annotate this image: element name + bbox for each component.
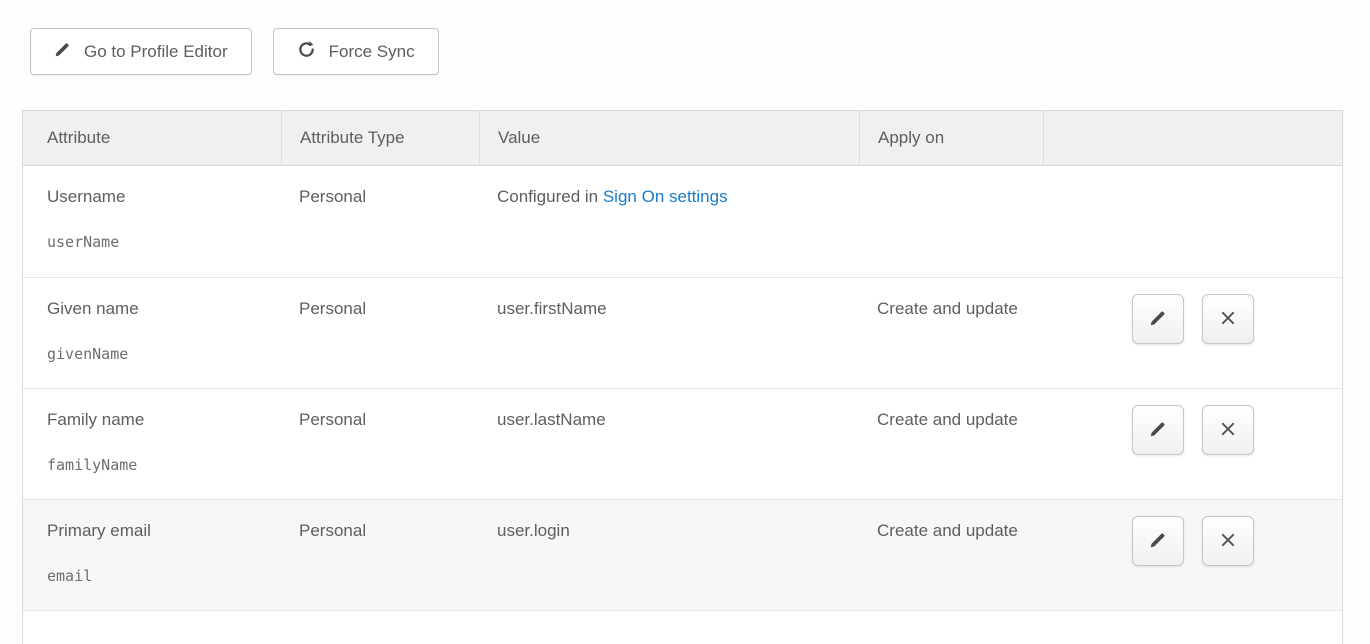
apply-on-cell: Create and update: [859, 278, 1043, 388]
pencil-icon: [1149, 531, 1167, 552]
attribute-variable-name: email: [47, 565, 271, 587]
attribute-type-cell: Personal: [281, 166, 479, 277]
force-sync-button[interactable]: Force Sync: [273, 28, 439, 75]
close-icon: [1219, 420, 1237, 441]
attribute-cell: Username userName: [23, 166, 281, 277]
value-cell: Configured in Sign On settings: [479, 166, 859, 277]
refresh-icon: [297, 40, 316, 64]
delete-attribute-button[interactable]: [1202, 405, 1254, 455]
edit-attribute-button[interactable]: [1132, 405, 1184, 455]
attribute-cell: Given name givenName: [23, 278, 281, 388]
attribute-label: Family name: [47, 410, 144, 429]
edit-attribute-button[interactable]: [1132, 516, 1184, 566]
attribute-type-label: Personal: [299, 187, 366, 206]
apply-on-cell: Create and update: [859, 500, 1043, 610]
table-body: Username userName Personal Configured in…: [23, 166, 1342, 610]
toolbar: Go to Profile Editor Force Sync: [0, 0, 1370, 75]
table-header-row: Attribute Attribute Type Value Apply on: [23, 111, 1342, 166]
apply-on-cell: [859, 166, 1043, 277]
attribute-label: Primary email: [47, 521, 151, 540]
attribute-variable-name: userName: [47, 231, 271, 253]
column-header-attribute: Attribute: [23, 111, 281, 165]
actions-cell: [1043, 389, 1342, 499]
value-cell: user.firstName: [479, 278, 859, 388]
attribute-label: Given name: [47, 299, 139, 318]
pencil-icon: [1149, 420, 1167, 441]
delete-attribute-button[interactable]: [1202, 294, 1254, 344]
edit-attribute-button[interactable]: [1132, 294, 1184, 344]
attribute-type-label: Personal: [299, 299, 366, 318]
delete-attribute-button[interactable]: [1202, 516, 1254, 566]
actions-cell: [1043, 278, 1342, 388]
attribute-label: Username: [47, 187, 125, 206]
table-row-partial: [23, 610, 1342, 644]
attribute-type-cell: Personal: [281, 278, 479, 388]
column-header-value: Value: [479, 111, 859, 165]
table-row: Primary email email Personal user.login …: [23, 499, 1342, 610]
value-cell: user.login: [479, 500, 859, 610]
attribute-type-cell: Personal: [281, 389, 479, 499]
value-text: user.firstName: [497, 299, 607, 318]
attribute-variable-name: givenName: [47, 343, 271, 365]
value-cell: user.lastName: [479, 389, 859, 499]
apply-on-cell: Create and update: [859, 389, 1043, 499]
sign-on-settings-link[interactable]: Sign On settings: [603, 187, 728, 206]
attribute-type-label: Personal: [299, 410, 366, 429]
go-to-profile-editor-button[interactable]: Go to Profile Editor: [30, 28, 252, 75]
table-row: Username userName Personal Configured in…: [23, 166, 1342, 277]
close-icon: [1219, 309, 1237, 330]
attribute-type-cell: Personal: [281, 500, 479, 610]
value-text: Configured in: [497, 187, 603, 206]
column-header-attribute-type: Attribute Type: [281, 111, 479, 165]
value-text: user.login: [497, 521, 570, 540]
go-to-profile-editor-label: Go to Profile Editor: [84, 42, 228, 62]
attribute-cell: Primary email email: [23, 500, 281, 610]
pencil-icon: [54, 41, 71, 63]
actions-cell: [1043, 500, 1342, 610]
column-header-actions: [1043, 111, 1342, 165]
attribute-mappings-table: Attribute Attribute Type Value Apply on …: [22, 110, 1343, 644]
apply-on-label: Create and update: [877, 410, 1018, 429]
table-row: Given name givenName Personal user.first…: [23, 277, 1342, 388]
apply-on-label: Create and update: [877, 299, 1018, 318]
force-sync-label: Force Sync: [329, 42, 415, 62]
attribute-type-label: Personal: [299, 521, 366, 540]
apply-on-label: Create and update: [877, 521, 1018, 540]
attribute-mappings-page: Go to Profile Editor Force Sync Attribut…: [0, 0, 1370, 644]
value-text: user.lastName: [497, 410, 606, 429]
actions-cell: [1043, 166, 1342, 277]
attribute-cell: Family name familyName: [23, 389, 281, 499]
table-row: Family name familyName Personal user.las…: [23, 388, 1342, 499]
close-icon: [1219, 531, 1237, 552]
attribute-variable-name: familyName: [47, 454, 271, 476]
pencil-icon: [1149, 309, 1167, 330]
column-header-apply-on: Apply on: [859, 111, 1043, 165]
